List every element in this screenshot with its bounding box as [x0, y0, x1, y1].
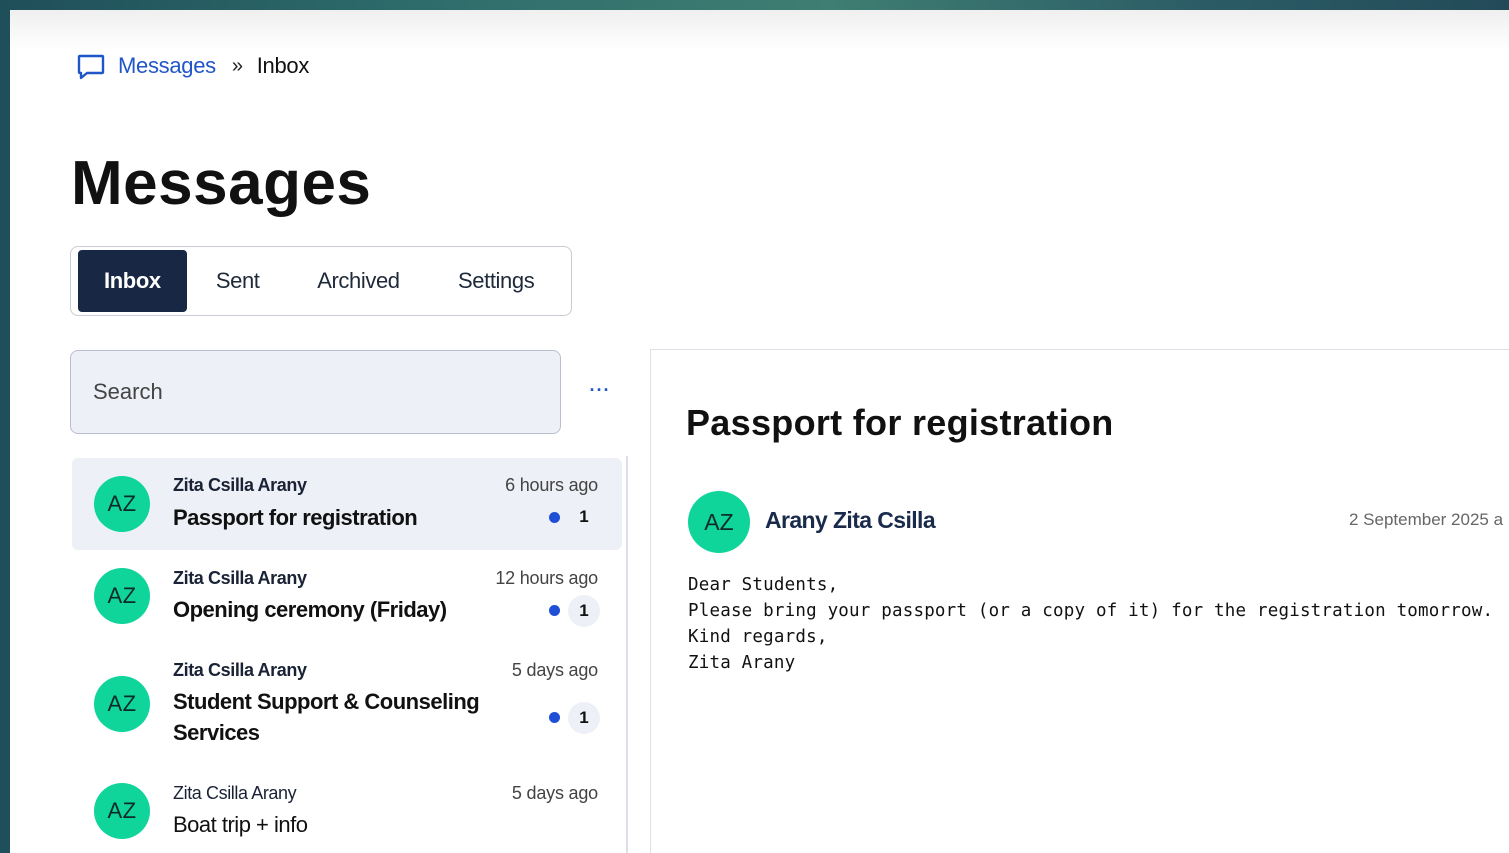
message-square-icon[interactable]: [76, 51, 106, 81]
message-time: 12 hours ago: [495, 568, 598, 588]
message-body-line: Kind regards,: [688, 627, 828, 647]
message-time: 6 hours ago: [505, 475, 598, 495]
breadcrumb-link-messages[interactable]: Messages: [118, 53, 216, 79]
avatar: AZ: [94, 568, 150, 624]
unread-count-badge: 1: [568, 702, 600, 734]
search-input[interactable]: [70, 350, 561, 434]
breadcrumb: Messages » Inbox: [76, 50, 309, 82]
breadcrumb-current: Inbox: [256, 53, 310, 78]
avatar: AZ: [94, 783, 150, 839]
message-list-item[interactable]: AZ Zita Csilla Arany Student Support & C…: [72, 642, 622, 765]
tab-sent[interactable]: Sent: [187, 250, 289, 312]
message-sender: Zita Csilla Arany: [173, 568, 307, 588]
tab-inbox[interactable]: Inbox: [78, 250, 187, 312]
message-detail-date: 2 September 2025 a: [1349, 510, 1504, 529]
tab-archived[interactable]: Archived: [289, 250, 429, 312]
message-body-line: Please bring your passport (or a copy of…: [688, 601, 1494, 621]
message-body-line: Dear Students,: [688, 575, 839, 595]
message-time: 5 days ago: [511, 783, 598, 803]
avatar: AZ: [688, 491, 750, 553]
message-list-item[interactable]: AZ Zita Csilla Arany Passport for regist…: [72, 458, 622, 550]
more-options-button[interactable]: ···: [586, 376, 614, 404]
page-title: Messages: [71, 149, 372, 218]
top-shade: [10, 10, 1509, 50]
app-window: Messages » Inbox Messages Inbox Sent Arc…: [10, 10, 1509, 853]
message-list-item[interactable]: AZ Zita Csilla Arany Opening ceremony (F…: [72, 550, 622, 642]
list-divider: [626, 456, 628, 853]
message-sender: Zita Csilla Arany: [173, 783, 297, 803]
unread-count-badge: 1: [568, 595, 600, 627]
message-body-line: Zita Arany: [688, 653, 796, 673]
avatar: AZ: [94, 476, 150, 532]
message-list-item[interactable]: AZ Zita Csilla Arany Boat trip + info 5 …: [72, 765, 622, 853]
unread-dot-icon: [549, 605, 560, 616]
message-subject: Boat trip + info: [173, 812, 308, 837]
message-time: 5 days ago: [511, 660, 598, 680]
message-detail-sender[interactable]: Arany Zita Csilla: [765, 507, 936, 534]
message-sender: Zita Csilla Arany: [173, 475, 307, 495]
message-subject: Passport for registration: [173, 505, 418, 530]
message-subject: Opening ceremony (Friday): [173, 597, 447, 622]
message-body: Dear Students, Please bring your passport…: [688, 572, 1493, 676]
message-detail-pane: Passport for registration AZ Arany Zita …: [650, 349, 1509, 853]
message-subject: Student Support & Counseling Services: [173, 689, 480, 745]
message-detail-title: Passport for registration: [686, 402, 1114, 443]
avatar: AZ: [94, 676, 150, 732]
tab-bar: Inbox Sent Archived Settings: [70, 246, 572, 316]
unread-count-badge: 1: [579, 507, 589, 526]
unread-dot-icon: [549, 512, 560, 523]
breadcrumb-separator: »: [231, 54, 243, 77]
message-sender: Zita Csilla Arany: [173, 660, 307, 680]
tab-settings[interactable]: Settings: [428, 250, 564, 312]
unread-dot-icon: [549, 712, 560, 723]
message-list: AZ Zita Csilla Arany Passport for regist…: [72, 458, 622, 853]
